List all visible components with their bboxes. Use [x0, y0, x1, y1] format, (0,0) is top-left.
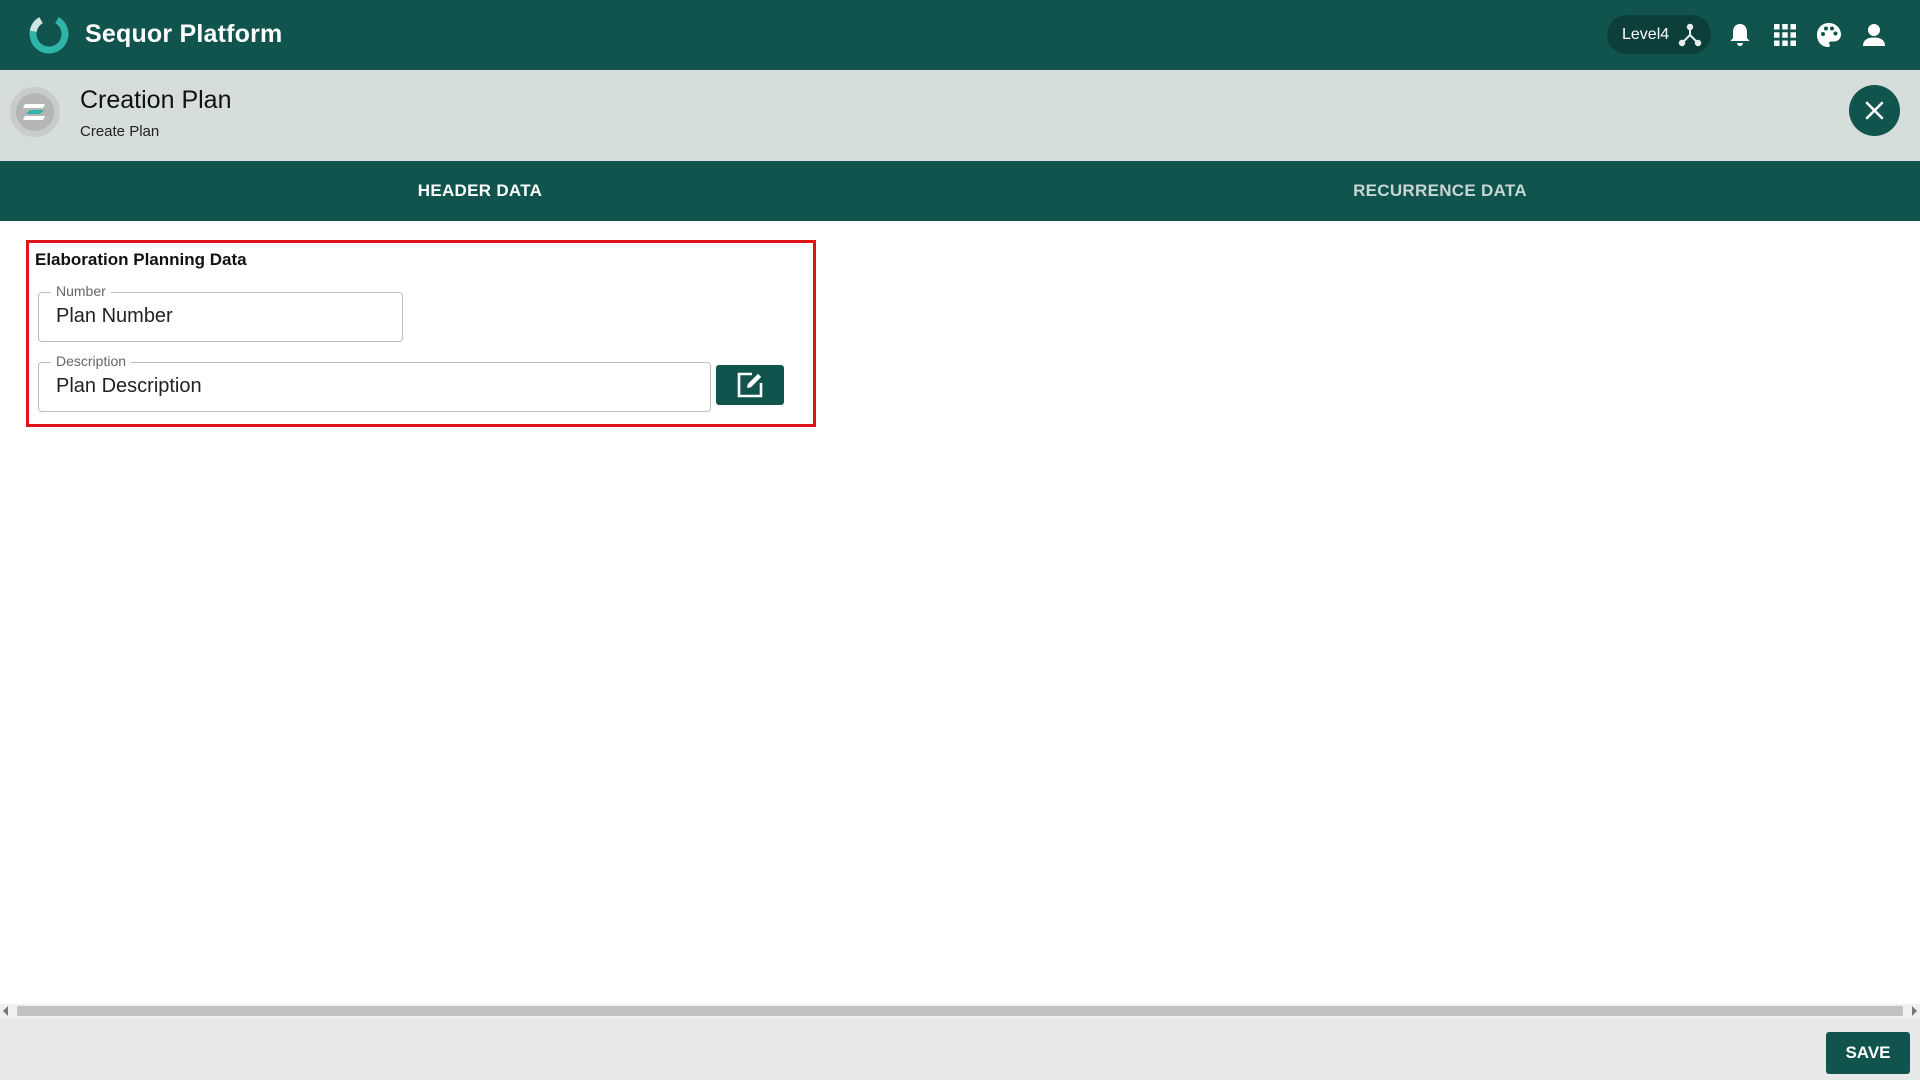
- scroll-right-icon[interactable]: [1912, 1006, 1917, 1016]
- app-title: Sequor Platform: [85, 20, 283, 48]
- scrollbar-thumb[interactable]: [17, 1006, 1903, 1016]
- description-field[interactable]: Description Plan Description: [38, 353, 711, 412]
- tab-header-data[interactable]: HEADER DATA: [0, 161, 960, 221]
- brand-logo-icon[interactable]: [28, 13, 70, 55]
- page-title: Creation Plan: [80, 86, 232, 114]
- scroll-left-icon[interactable]: [3, 1006, 8, 1016]
- tab-recurrence-data[interactable]: RECURRENCE DATA: [960, 161, 1920, 221]
- number-field-value[interactable]: Plan Number: [56, 305, 173, 328]
- close-button[interactable]: [1849, 85, 1900, 136]
- footer-bar: SAVE: [0, 1018, 1920, 1080]
- section-title: Elaboration Planning Data: [35, 250, 247, 269]
- palette-icon[interactable]: [1815, 21, 1843, 49]
- top-app-bar: Sequor Platform Level4: [0, 0, 1920, 70]
- description-field-label: Description: [51, 353, 132, 369]
- plan-logo-icon: [10, 87, 60, 137]
- horizontal-scrollbar[interactable]: [0, 1004, 1920, 1018]
- close-icon: [1865, 101, 1884, 120]
- save-button[interactable]: SAVE: [1826, 1032, 1910, 1074]
- tab-bar: HEADER DATA RECURRENCE DATA: [0, 161, 1920, 221]
- bell-icon[interactable]: [1726, 21, 1754, 49]
- page-header: Creation Plan Create Plan: [0, 70, 1920, 161]
- level-label: Level4: [1622, 26, 1670, 43]
- apps-grid-icon[interactable]: [1771, 21, 1799, 49]
- hierarchy-icon: [1678, 23, 1702, 47]
- page-subtitle: Create Plan: [80, 123, 160, 140]
- number-field[interactable]: Number Plan Number: [38, 283, 403, 342]
- edit-note-icon: [737, 372, 763, 398]
- number-field-label: Number: [51, 283, 111, 299]
- user-icon[interactable]: [1860, 21, 1888, 49]
- description-field-value[interactable]: Plan Description: [56, 375, 202, 398]
- edit-description-button[interactable]: [716, 365, 784, 405]
- level-selector[interactable]: Level4: [1607, 15, 1711, 54]
